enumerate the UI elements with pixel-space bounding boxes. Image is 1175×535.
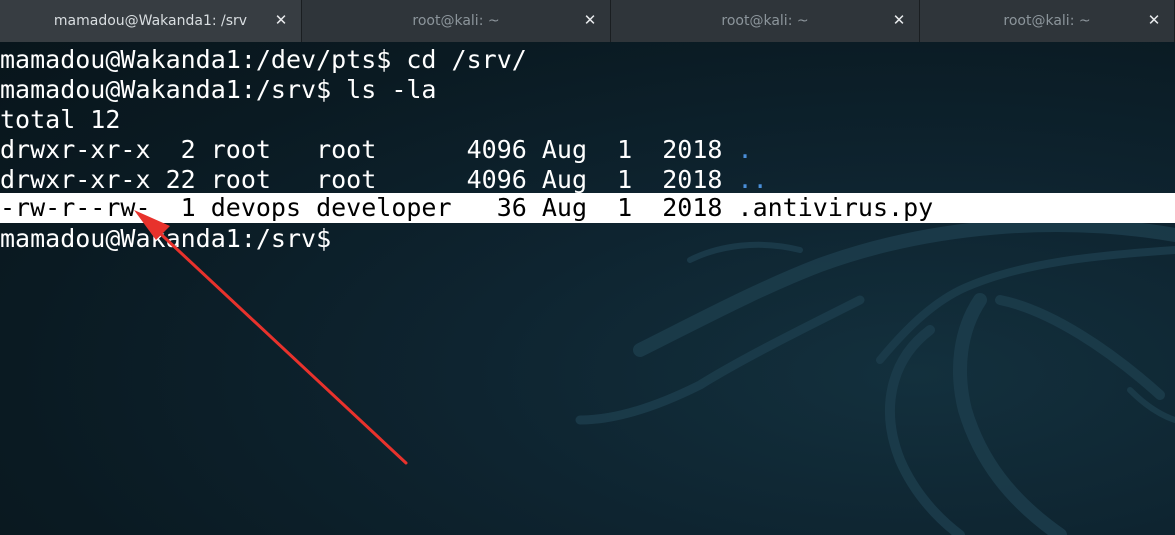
close-icon[interactable]: ✕ xyxy=(1146,12,1162,28)
terminal-window: mamadou@Wakanda1: /srv ✕ root@kali: ~ ✕ … xyxy=(0,0,1175,535)
listing-entry: drwxr-xr-x 2 root root 4096 Aug 1 2018 xyxy=(0,135,738,164)
tab-label: root@kali: ~ xyxy=(721,13,809,29)
terminal-line-total: total 12 xyxy=(0,105,121,134)
tab-root-kali-3[interactable]: root@kali: ~ ✕ xyxy=(920,0,1175,42)
terminal-output[interactable]: mamadou@Wakanda1:/dev/pts$ cd /srv/ mama… xyxy=(0,42,1175,535)
tab-root-kali-1[interactable]: root@kali: ~ ✕ xyxy=(302,0,611,42)
close-icon[interactable]: ✕ xyxy=(891,12,907,28)
tab-root-kali-2[interactable]: root@kali: ~ ✕ xyxy=(611,0,920,42)
terminal-line-ls: mamadou@Wakanda1:/srv$ ls -la xyxy=(0,75,437,104)
tab-label: root@kali: ~ xyxy=(1003,13,1091,29)
terminal-line-cd: mamadou@Wakanda1:/dev/pts$ cd /srv/ xyxy=(0,45,527,74)
tab-label: root@kali: ~ xyxy=(412,13,500,29)
close-icon[interactable]: ✕ xyxy=(582,12,598,28)
terminal-line-dir-current: drwxr-xr-x 2 root root 4096 Aug 1 2018 . xyxy=(0,135,753,165)
tab-label: mamadou@Wakanda1: /srv xyxy=(53,13,248,29)
terminal-line-antivirus-highlighted: -rw-r--rw- 1 devops developer 36 Aug 1 2… xyxy=(0,193,1175,223)
tab-mamadou-srv[interactable]: mamadou@Wakanda1: /srv ✕ xyxy=(0,0,302,42)
close-icon[interactable]: ✕ xyxy=(273,12,289,28)
terminal-line-dir-parent: drwxr-xr-x 22 root root 4096 Aug 1 2018 … xyxy=(0,165,768,195)
terminal-line-prompt: mamadou@Wakanda1:/srv$ xyxy=(0,224,347,253)
listing-entry: drwxr-xr-x 22 root root 4096 Aug 1 2018 xyxy=(0,165,738,194)
directory-name: . xyxy=(737,135,753,164)
directory-name: .. xyxy=(737,165,768,194)
tab-bar: mamadou@Wakanda1: /srv ✕ root@kali: ~ ✕ … xyxy=(0,0,1175,42)
